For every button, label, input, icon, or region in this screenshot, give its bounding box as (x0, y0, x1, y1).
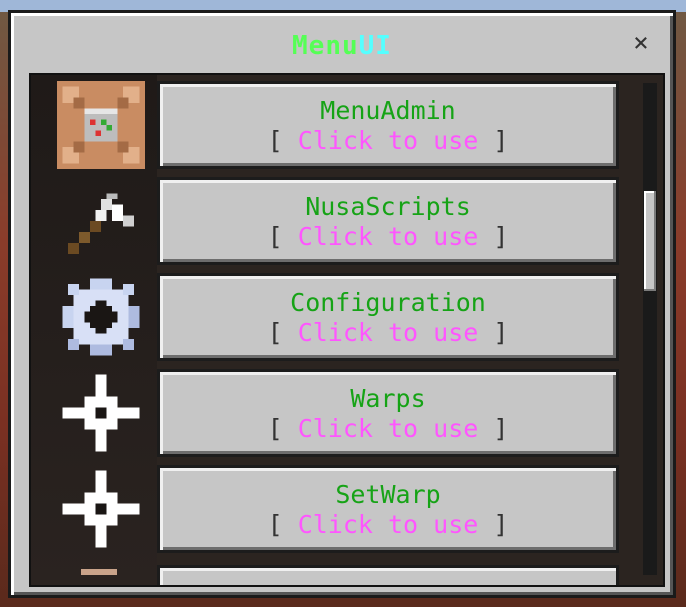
close-button[interactable]: × (627, 29, 655, 57)
bracket-close: ] (493, 414, 509, 443)
bracket-close: ] (493, 126, 509, 155)
window-title: MenuUI (11, 31, 673, 61)
click-to-use-label: Click to use (297, 318, 479, 347)
gear-icon (53, 273, 149, 361)
item-action: [ Click to use ] (160, 318, 616, 348)
crosshair-icon (53, 465, 149, 553)
bracket-open: [ (267, 222, 283, 251)
menu-item-setwarp[interactable]: SetWarp [ Click to use ] (157, 465, 619, 553)
menu-list[interactable]: MenuAdmin [ Click to use ] NusaScripts [… (29, 73, 665, 587)
bracket-close: ] (493, 222, 509, 251)
scrollbar-thumb[interactable] (644, 191, 656, 291)
scrollbar-track[interactable] (643, 83, 657, 575)
menu-window: MenuUI × MenuAdmin [Click to use] Nusa… (8, 10, 676, 598)
menu-item-nusascripts[interactable]: NusaScripts [ Click to use ] (157, 177, 619, 265)
item-name: NusaScripts (305, 192, 471, 221)
bracket-open: [ (267, 126, 283, 155)
crosshair-icon (53, 369, 149, 457)
bracket-open: [ (267, 414, 283, 443)
title-part-menu: Menu (292, 31, 359, 61)
bracket-open: [ (267, 318, 283, 347)
command-block-icon (53, 81, 149, 169)
item-action: [ Click to use ] (160, 222, 616, 252)
click-to-use-label: Click to use (297, 126, 479, 155)
click-to-use-label: Click to use (297, 414, 479, 443)
title-part-ui: UI (358, 31, 392, 61)
item-name: MenuAdmin (320, 96, 456, 125)
item-name: Configuration (290, 288, 486, 317)
menu-item-next-peek[interactable] (157, 565, 619, 585)
menu-item-menuadmin[interactable]: MenuAdmin [ Click to use ] (157, 81, 619, 169)
item-name: Warps (350, 384, 426, 413)
item-action: [ Click to use ] (160, 510, 616, 540)
bracket-close: ] (493, 510, 509, 539)
menu-item-warps[interactable]: Warps [ Click to use ] (157, 369, 619, 457)
item-action: [ Click to use ] (160, 414, 616, 444)
hammer-icon (53, 177, 149, 265)
item-name: SetWarp (335, 480, 441, 509)
title-bar: MenuUI × (11, 13, 673, 75)
menu-item-configuration[interactable]: Configuration [ Click to use ] (157, 273, 619, 361)
icon-column (31, 75, 157, 585)
next-icon-peek (81, 569, 117, 575)
click-to-use-label: Click to use (297, 222, 479, 251)
bracket-close: ] (493, 318, 509, 347)
item-action: [ Click to use ] (160, 126, 616, 156)
bracket-open: [ (267, 510, 283, 539)
click-to-use-label: Click to use (297, 510, 479, 539)
